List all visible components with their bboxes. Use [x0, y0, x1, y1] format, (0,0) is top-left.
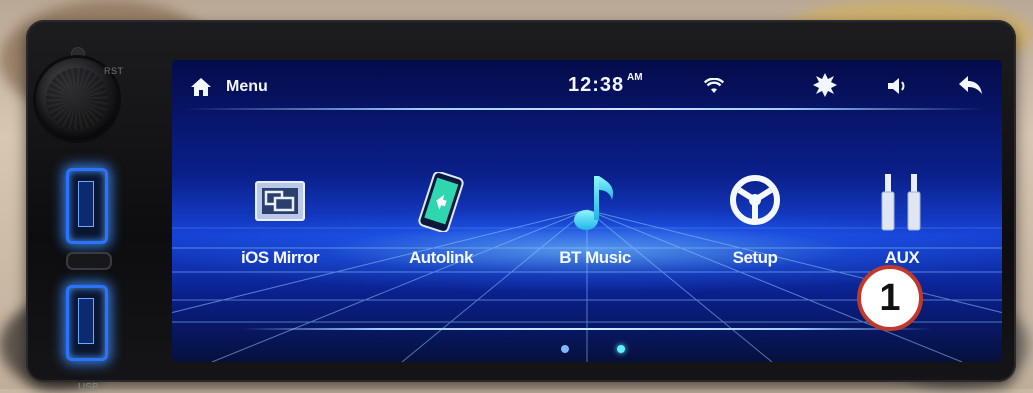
usb-port-2 [66, 285, 108, 361]
page-indicator-dot-1[interactable] [561, 345, 569, 353]
usb-slot [78, 181, 94, 227]
wifi-icon[interactable] [704, 78, 724, 94]
status-bar-divider [184, 108, 984, 110]
menu-title: Menu [226, 78, 268, 95]
music-note-icon [574, 176, 614, 230]
screen-mirror-icon [255, 181, 305, 221]
brightness-icon[interactable] [813, 73, 837, 97]
page-indicator-dot-2-active[interactable] [617, 345, 625, 353]
app-label: Setup [732, 248, 778, 267]
volume-icon[interactable] [886, 76, 910, 96]
clock-time: 12:38 [568, 74, 625, 96]
bottom-divider [242, 328, 932, 330]
car-stereo-unit: RST USB Menu 12:38 AM iOS Mirror Autolin… [26, 20, 1016, 393]
app-ios-mirror[interactable]: iOS Mirror [215, 172, 345, 282]
usb-label: USB [78, 382, 99, 393]
app-autolink[interactable]: Autolink [376, 172, 506, 282]
app-setup[interactable]: Setup [690, 172, 820, 282]
back-icon[interactable] [958, 74, 984, 96]
phone-link-icon [418, 172, 464, 232]
status-bar: Menu 12:38 AM [172, 60, 1002, 112]
usb-slot [78, 298, 94, 344]
clock-ampm: AM [627, 72, 643, 83]
type-c-port [66, 252, 112, 270]
callout-number: 1 [857, 265, 923, 331]
home-icon[interactable] [190, 77, 212, 97]
app-label: BT Music [559, 248, 631, 267]
app-label: Autolink [409, 248, 474, 267]
app-label: AUX [884, 248, 920, 267]
aux-cable-icon [881, 174, 921, 231]
steering-wheel-icon [730, 175, 780, 225]
app-bt-music[interactable]: BT Music [530, 172, 660, 282]
reset-label: RST [104, 66, 124, 76]
app-label: iOS Mirror [240, 248, 320, 267]
usb-port-1 [66, 168, 108, 244]
app-aux[interactable]: AUX [837, 172, 967, 282]
